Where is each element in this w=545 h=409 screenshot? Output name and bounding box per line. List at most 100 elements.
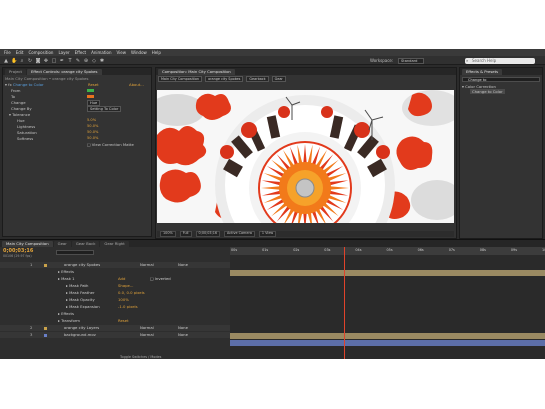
camera-tool-icon[interactable]: ◙ — [35, 58, 41, 64]
property-row[interactable]: ▸ Effects — [0, 311, 230, 317]
effects-item[interactable]: Change to Color — [470, 89, 505, 94]
rotate-tool-icon[interactable]: ↻ — [27, 58, 33, 64]
menu-item-view[interactable]: View — [117, 50, 127, 55]
effect-prop-view-correction-matte[interactable]: □ View Correction Matte — [87, 142, 134, 147]
property-row[interactable]: ▸ Transform Reset — [0, 318, 230, 324]
property-row[interactable]: ▸ Mask Expansion -1.0 pixels — [0, 304, 230, 310]
layer-name[interactable]: orange city Spokes — [64, 262, 100, 268]
layer-mode[interactable]: Normal — [140, 332, 154, 338]
timeline-search-input[interactable] — [56, 250, 94, 255]
layer-row[interactable]: 1 orange city Spokes Normal None — [0, 262, 230, 268]
menu-item-animation[interactable]: Animation — [91, 50, 111, 55]
effect-prop-to[interactable]: To — [11, 94, 15, 99]
prop-value[interactable]: 5.0% — [87, 118, 96, 123]
layer-duration-bar[interactable] — [230, 270, 545, 276]
effect-prop-from[interactable]: From — [11, 88, 20, 93]
layer-row[interactable]: 2 orange city Layers Normal None — [0, 325, 230, 331]
layer-label-color[interactable] — [44, 263, 47, 267]
text-tool-icon[interactable]: T — [67, 58, 73, 64]
effect-prop-label: Softness — [17, 136, 34, 141]
clone-tool-icon[interactable]: ⊕ — [83, 58, 89, 64]
property-value[interactable]: Add — [118, 276, 125, 282]
layer-name[interactable]: orange city Layers — [64, 325, 99, 331]
effect-prop-saturation[interactable]: Saturation — [17, 130, 37, 135]
property-value[interactable]: Reset — [118, 318, 129, 324]
tab-effects-presets[interactable]: Effects & Presets — [462, 69, 503, 75]
layer-parent[interactable]: None — [178, 262, 188, 268]
menu-item-layer[interactable]: Layer — [58, 50, 69, 55]
playhead[interactable] — [344, 247, 346, 359]
timeline-fps: 00106 (29.97 fps) — [3, 254, 32, 258]
property-row[interactable]: ▸ Mask Opacity 100% — [0, 297, 230, 303]
timeline-tabs: Main City Composition Gear Gear Back Gea… — [0, 240, 545, 247]
layer-duration-bar[interactable] — [230, 333, 545, 339]
twirl-icon[interactable]: ▾ fx — [5, 82, 13, 87]
eraser-tool-icon[interactable]: ◇ — [91, 58, 97, 64]
effects-search-input[interactable]: Change to — [462, 77, 540, 82]
property-row[interactable]: ▸ Effects — [0, 269, 230, 275]
toggle-switches-modes[interactable]: Toggle Switches / Modes — [120, 355, 161, 359]
effect-prop-softness[interactable]: Softness — [17, 136, 33, 141]
hand-tool-icon[interactable]: ✋ — [11, 58, 17, 64]
time-ruler[interactable]: 00s01s02s03s04s05s06s07s08s09s10s — [230, 247, 545, 255]
menu-item-effect[interactable]: Effect — [75, 50, 87, 55]
brush-tool-icon[interactable]: ✎ — [75, 58, 81, 64]
rectangle-tool-icon[interactable]: □ — [51, 58, 57, 64]
reset-link[interactable]: Reset — [88, 82, 99, 87]
layer-duration-bar[interactable] — [230, 340, 545, 346]
prop-value[interactable]: 50.0% — [87, 130, 98, 135]
breadcrumb-spokes[interactable]: orange city Spokes — [205, 76, 244, 82]
layer-label-color[interactable] — [44, 326, 47, 330]
resolution-dropdown[interactable]: Full — [179, 231, 192, 237]
about-link[interactable]: About... — [129, 82, 144, 87]
menu-item-window[interactable]: Window — [131, 50, 147, 55]
property-row[interactable]: ▸ Mask Path Shape... — [0, 283, 230, 289]
breadcrumb-main[interactable]: Main City Composition — [158, 76, 203, 82]
layer-parent[interactable]: None — [178, 325, 188, 331]
zoom-tool-icon[interactable]: ⌕ — [19, 58, 25, 64]
tab-composition[interactable]: Composition: Main City Composition — [158, 69, 235, 75]
composition-viewer[interactable] — [157, 90, 454, 223]
color-swatch[interactable] — [87, 95, 94, 98]
effect-prop-change[interactable]: Change — [11, 100, 26, 105]
effect-prop-hue[interactable]: Hue — [17, 118, 25, 123]
menu-item-file[interactable]: File — [4, 50, 11, 55]
effect-prop-change-by[interactable]: Change By — [11, 106, 32, 111]
inverted-checkbox[interactable]: □ Inverted — [150, 276, 171, 282]
property-row[interactable]: ▸ Mask Feather 0.0, 0.0 pixels — [0, 290, 230, 296]
pan-behind-tool-icon[interactable]: ✥ — [43, 58, 49, 64]
pen-tool-icon[interactable]: ✒ — [59, 58, 65, 64]
menu-item-composition[interactable]: Composition — [28, 50, 53, 55]
current-time[interactable]: 0;00;03;16 — [195, 231, 221, 237]
view-layout-dropdown[interactable]: 1 View — [258, 231, 277, 237]
layer-mode[interactable]: Normal — [140, 325, 154, 331]
zoom-dropdown[interactable]: 100% — [160, 231, 176, 237]
tab-effect-controls[interactable]: Effect Controls: orange city Spokes — [27, 69, 102, 75]
effect-prop-lightness[interactable]: Lightness — [17, 124, 35, 129]
prop-dropdown[interactable]: Setting To Color — [87, 106, 122, 112]
camera-dropdown[interactable]: Active Camera — [224, 231, 255, 237]
layer-mode[interactable]: Normal — [140, 262, 154, 268]
property-value[interactable]: 0.0, 0.0 pixels — [118, 290, 145, 296]
puppet-tool-icon[interactable]: ✱ — [99, 58, 105, 64]
property-value[interactable]: -1.0 pixels — [118, 304, 138, 310]
breadcrumb-gear[interactable]: Gear — [271, 76, 286, 82]
menu-item-help[interactable]: Help — [152, 50, 161, 55]
property-row[interactable]: ▸ Mask 1 Add □ Inverted — [0, 276, 230, 282]
breadcrumb-gearback[interactable]: Gearback — [246, 76, 269, 82]
color-swatch[interactable] — [87, 89, 94, 92]
prop-value[interactable]: 50.0% — [87, 136, 98, 141]
workspace-dropdown[interactable]: Standard — [398, 57, 424, 64]
property-value[interactable]: 100% — [118, 297, 129, 303]
effect-prop-tolerance[interactable]: ▾ Tolerance — [9, 112, 30, 117]
layer-row[interactable]: 3 background.mov Normal None — [0, 332, 230, 338]
layer-name[interactable]: background.mov — [64, 332, 96, 338]
prop-value[interactable]: 50.0% — [87, 124, 98, 129]
layer-label-color[interactable] — [44, 333, 47, 337]
search-help-input[interactable]: ⌕ Search Help — [465, 57, 535, 64]
layer-parent[interactable]: None — [178, 332, 188, 338]
selection-tool-icon[interactable]: ▲ — [3, 58, 9, 64]
menu-item-edit[interactable]: Edit — [16, 50, 24, 55]
tab-project[interactable]: Project — [5, 69, 26, 75]
property-value[interactable]: Shape... — [118, 283, 134, 289]
